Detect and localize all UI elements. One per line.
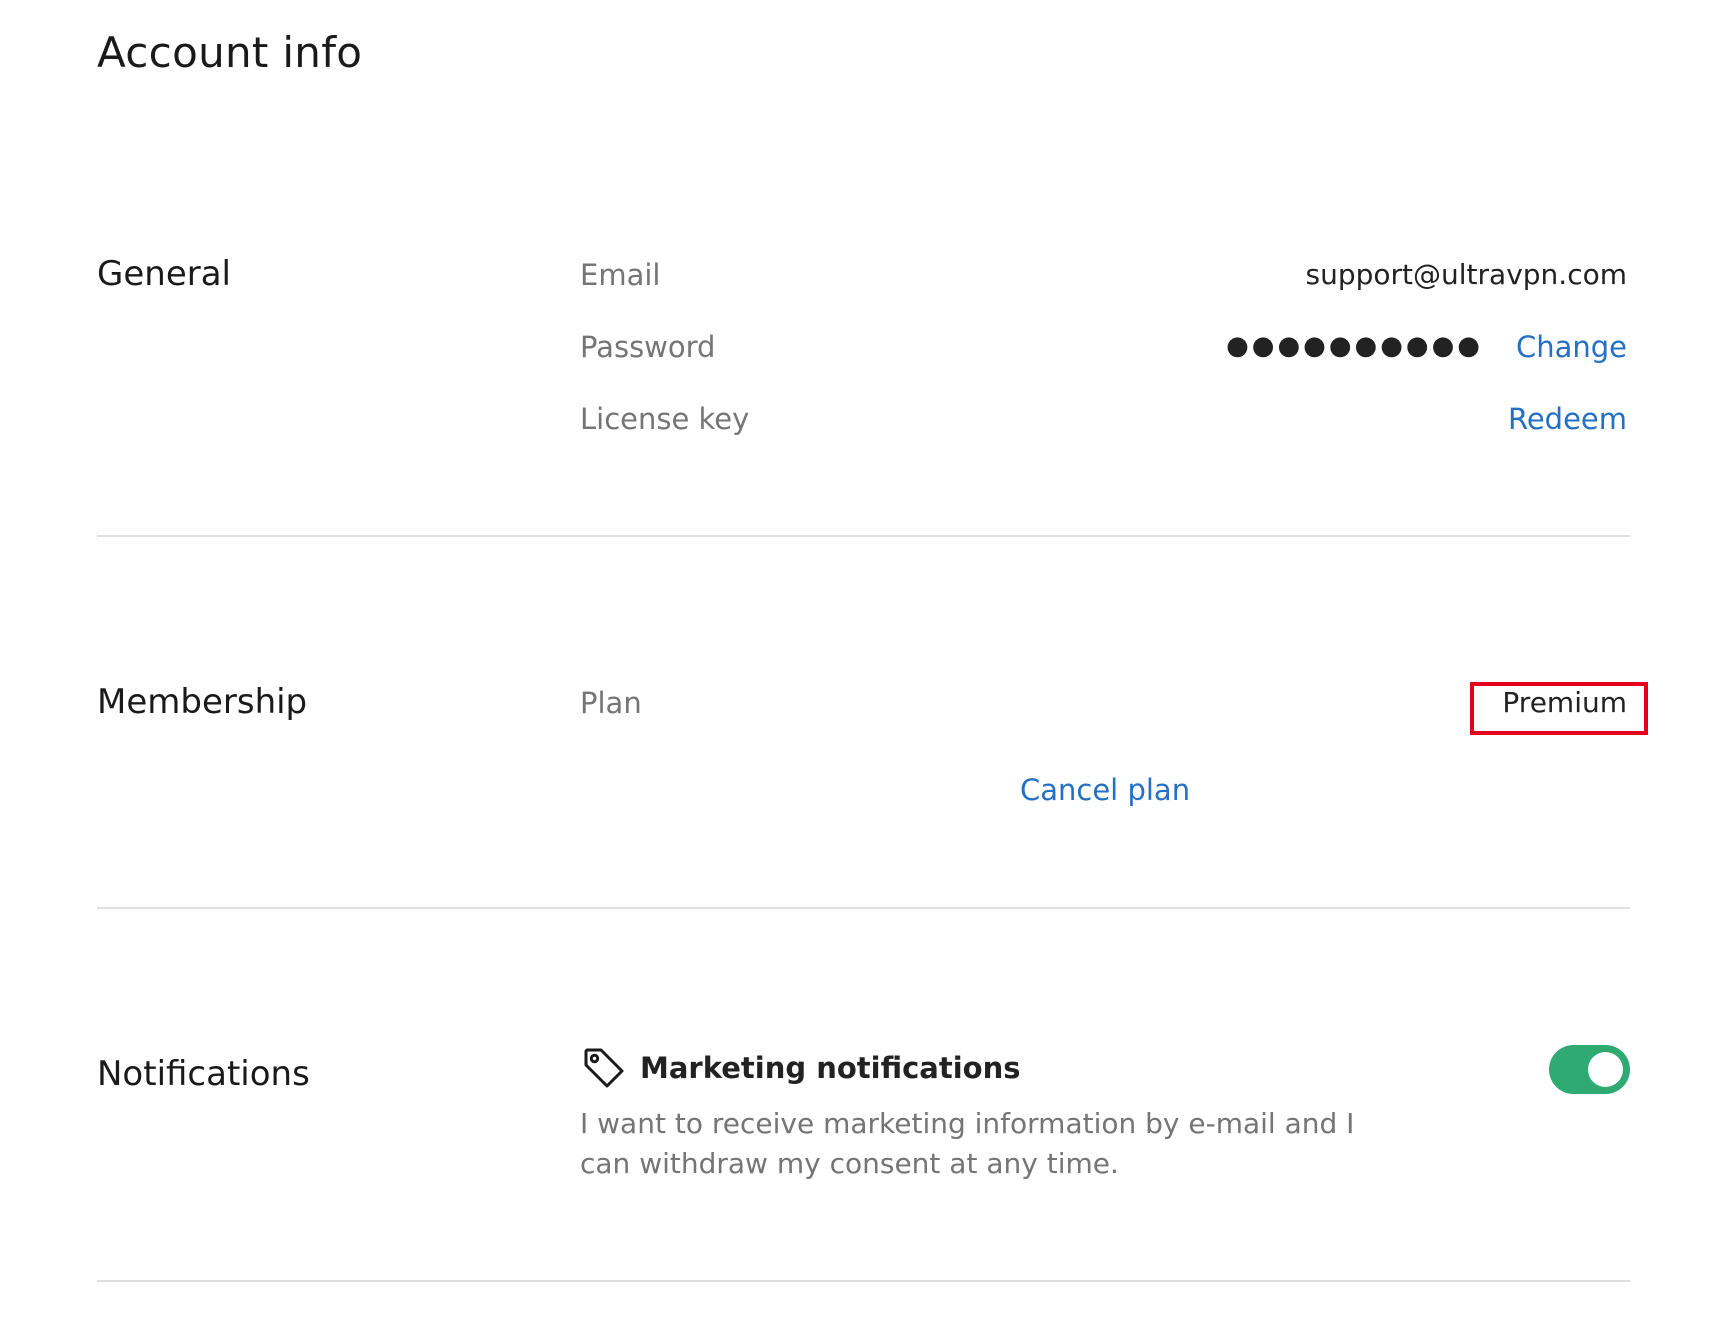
marketing-notifications-toggle[interactable] <box>1549 1045 1630 1094</box>
license-key-label: License key <box>580 402 750 436</box>
redeem-link[interactable]: Redeem <box>1508 402 1627 436</box>
plan-label: Plan <box>580 686 642 720</box>
email-value: support@ultravpn.com <box>1305 258 1627 291</box>
section-title-membership: Membership <box>97 682 308 722</box>
toggle-knob <box>1588 1052 1623 1087</box>
divider-notifications <box>97 1280 1630 1282</box>
section-title-notifications: Notifications <box>97 1054 310 1094</box>
tag-icon <box>582 1046 626 1090</box>
email-label: Email <box>580 258 661 292</box>
divider-general <box>97 535 1630 537</box>
cancel-plan-link[interactable]: Cancel plan <box>1020 773 1190 807</box>
marketing-notifications-title: Marketing notifications <box>640 1051 1021 1085</box>
section-title-general: General <box>97 254 231 294</box>
change-password-link[interactable]: Change <box>1516 330 1627 364</box>
divider-membership <box>97 907 1630 909</box>
marketing-notifications-header: Marketing notifications <box>582 1046 1020 1090</box>
plan-highlight-box <box>1470 682 1648 735</box>
page-title: Account info <box>97 28 363 77</box>
password-mask: ●●●●●●●●●● <box>1226 331 1483 361</box>
password-label: Password <box>580 330 716 364</box>
marketing-notifications-description: I want to receive marketing information … <box>580 1107 1355 1180</box>
